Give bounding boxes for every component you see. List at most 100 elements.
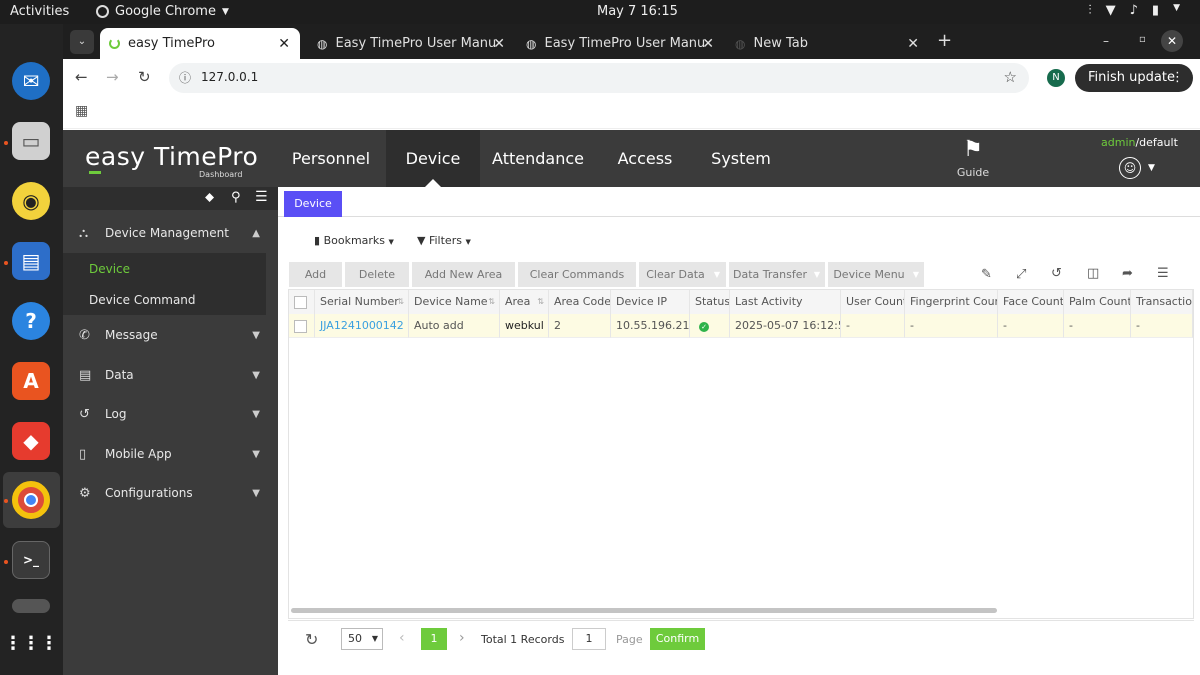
add-button[interactable]: Add <box>289 262 342 287</box>
select-all-checkbox[interactable] <box>294 295 307 309</box>
column-status[interactable]: Status <box>690 290 730 314</box>
sidebar-item-data[interactable]: ▤ Data ▼ <box>63 357 278 393</box>
nav-personnel[interactable]: Personnel <box>279 130 383 187</box>
next-page-icon[interactable]: › <box>459 630 465 646</box>
current-page-button[interactable]: 1 <box>421 628 447 650</box>
column-last-activity[interactable]: Last Activity <box>730 290 841 314</box>
logo[interactable]: easy TimePro <box>85 142 258 171</box>
cell-serial-number[interactable]: JJA1241000142 <box>315 314 409 338</box>
column-transaction[interactable]: Transaction <box>1131 290 1193 314</box>
column-device-ip[interactable]: Device IP <box>611 290 690 314</box>
minimize-icon[interactable]: – <box>1103 34 1109 48</box>
add-new-area-button[interactable]: Add New Area <box>412 262 515 287</box>
reload-icon[interactable]: ↻ <box>138 68 151 86</box>
tab-user-manual-2[interactable]: ◍ Easy TimePro User Manu ✕ <box>520 28 724 59</box>
tab-new-tab[interactable]: ◍ New Tab ✕ <box>729 28 929 59</box>
data-transfer-button[interactable]: Data Transfer ▼ <box>729 262 825 287</box>
column-user-count[interactable]: User Count <box>841 290 905 314</box>
chevron-down-icon: ▼ <box>252 369 260 381</box>
user-menu-chevron-icon[interactable]: ▼ <box>1148 163 1155 173</box>
new-tab-button[interactable]: + <box>937 30 952 51</box>
device-menu-button[interactable]: Device Menu ▼ <box>828 262 924 287</box>
bookmarks-dropdown[interactable]: ▮ Bookmarks ▼ <box>314 234 394 247</box>
app-menu[interactable]: Google Chrome ▼ <box>96 4 229 19</box>
app-center-icon[interactable]: A <box>12 362 50 400</box>
column-area-code[interactable]: Area Code <box>549 290 611 314</box>
chrome-small-icon <box>96 5 109 18</box>
columns-icon[interactable]: ◫ <box>1087 266 1099 281</box>
sidebar-item-device-command[interactable]: Device Command <box>63 284 266 315</box>
column-serial-number[interactable]: Serial Number ⇅ <box>315 290 409 314</box>
column-device-name[interactable]: Device Name ⇅ <box>409 290 500 314</box>
delete-button[interactable]: Delete <box>345 262 409 287</box>
close-tab-icon[interactable]: ✕ <box>493 36 505 52</box>
nav-attendance[interactable]: Attendance <box>483 130 593 187</box>
expand-icon[interactable]: ⤢ <box>1016 267 1026 282</box>
history-icon[interactable]: ↺ <box>1051 266 1062 281</box>
magic-wand-icon[interactable]: ✎ <box>981 267 992 282</box>
confirm-button[interactable]: Confirm <box>650 628 705 650</box>
clear-data-button[interactable]: Clear Data ▼ <box>639 262 726 287</box>
maximize-icon[interactable]: ▫ <box>1139 34 1146 45</box>
column-palm-count[interactable]: Palm Count <box>1064 290 1131 314</box>
page-size-select[interactable]: 50 ▼ <box>341 628 383 650</box>
nav-system[interactable]: System <box>695 130 787 187</box>
sidebar-item-configurations[interactable]: ⚙ Configurations ▼ <box>63 475 278 511</box>
back-icon[interactable]: ← <box>75 68 88 86</box>
sidebar-item-device-management[interactable]: ⛬ Device Management ▲ <box>63 215 278 251</box>
bookmark-star-icon[interactable]: ☆ <box>1004 68 1017 86</box>
tab-device[interactable]: Device <box>284 191 342 217</box>
tag-icon[interactable]: ⬥ <box>205 190 214 205</box>
tab-easy-timepro[interactable]: easy TimePro ✕ <box>100 28 300 59</box>
row-checkbox[interactable] <box>294 319 307 333</box>
close-window-icon[interactable]: ✕ <box>1161 30 1183 52</box>
horizontal-scrollbar[interactable] <box>291 608 997 613</box>
settings-sliders-icon[interactable]: ☰ <box>1157 266 1169 281</box>
refresh-icon[interactable]: ↻ <box>305 630 318 649</box>
sidebar-item-message[interactable]: ✆ Message ▼ <box>63 317 278 353</box>
cell-status: ✓ <box>690 314 730 338</box>
address-bar[interactable]: ⓘ 127.0.0.1 ☆ <box>169 63 1029 93</box>
filters-dropdown[interactable]: ▼ Filters ▼ <box>417 234 471 247</box>
share-icon[interactable]: ➦ <box>1122 266 1133 281</box>
files-icon[interactable]: ▭ <box>12 122 50 160</box>
column-fingerprint-count[interactable]: Fingerprint Count <box>905 290 998 314</box>
column-area[interactable]: Area ⇅ <box>500 290 549 314</box>
sidebar-item-device[interactable]: Device <box>63 253 266 284</box>
sidebar-item-mobile-app[interactable]: ▯ Mobile App ▼ <box>63 436 278 472</box>
profile-avatar[interactable]: N <box>1047 69 1065 87</box>
rhythmbox-icon[interactable]: ◉ <box>12 182 50 220</box>
chrome-icon[interactable] <box>12 481 50 519</box>
show-apps-icon[interactable]: ⋮⋮⋮ <box>4 624 58 662</box>
apps-grid-icon[interactable]: ▦ <box>75 103 88 119</box>
user-avatar-icon[interactable]: ☺ <box>1119 157 1141 179</box>
clear-commands-button[interactable]: Clear Commands <box>518 262 636 287</box>
info-icon[interactable]: ⓘ <box>179 69 191 86</box>
trash-icon[interactable] <box>12 599 50 613</box>
tab-user-manual-1[interactable]: ◍ Easy TimePro User Manu ✕ <box>311 28 515 59</box>
sort-icon: ⇅ <box>397 297 404 306</box>
close-tab-icon[interactable]: ✕ <box>278 36 290 52</box>
activities-button[interactable]: Activities <box>10 4 69 19</box>
list-menu-icon[interactable]: ☰ <box>255 189 268 205</box>
forward-icon[interactable]: → <box>106 68 119 86</box>
finish-update-button[interactable]: Finish update ⋮ <box>1075 64 1193 92</box>
user-label[interactable]: admin/default <box>1101 136 1178 149</box>
system-tray[interactable]: ⫶ ▼ ♪ ▮ ▼ <box>1088 3 1180 18</box>
close-tab-icon[interactable]: ✕ <box>702 36 714 52</box>
sidebar-item-log[interactable]: ↺ Log ▼ <box>63 396 278 432</box>
column-face-count[interactable]: Face Count <box>998 290 1064 314</box>
writer-icon[interactable]: ▤ <box>12 242 50 280</box>
terminal-icon[interactable]: >_ <box>12 541 50 579</box>
nav-access[interactable]: Access <box>600 130 690 187</box>
search-icon[interactable]: ⚲ <box>231 190 241 205</box>
tab-search-button[interactable]: ⌄ <box>70 30 94 54</box>
help-icon[interactable]: ? <box>12 302 50 340</box>
thunderbird-icon[interactable]: ✉ <box>12 62 50 100</box>
anydesk-icon[interactable]: ◆ <box>12 422 50 460</box>
close-tab-icon[interactable]: ✕ <box>907 36 919 52</box>
guide-button[interactable]: ⚑ Guide <box>953 134 993 179</box>
page-number-input[interactable]: 1 <box>572 628 606 650</box>
clock[interactable]: May 7 16:15 <box>597 4 678 19</box>
prev-page-icon[interactable]: ‹ <box>399 630 405 646</box>
